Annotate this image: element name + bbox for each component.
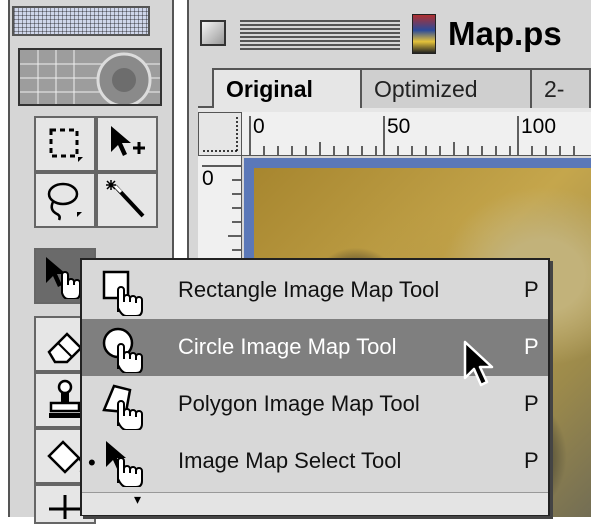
ruler-v-label-0: 0: [202, 167, 214, 190]
menu-item-shortcut: P: [524, 334, 539, 359]
menu-item-shortcut: P: [524, 391, 539, 416]
image-map-select-icon: [106, 441, 143, 487]
tool-move-selection[interactable]: [96, 116, 158, 172]
lasso-icon: [47, 182, 82, 221]
menu-item-label: Image Map Select Tool: [178, 448, 402, 473]
marquee-icon: [49, 128, 83, 162]
window-title-bar[interactable]: [240, 18, 400, 52]
flyout-more-indicator[interactable]: ▾: [82, 491, 548, 515]
window-title: Map.ps: [448, 15, 562, 52]
crosshair-icon: [49, 495, 81, 519]
tool-magic-wand[interactable]: [96, 172, 158, 228]
magic-wand-icon: [106, 180, 145, 218]
menu-item-label: Circle Image Map Tool: [178, 334, 397, 359]
tool-rectangular-marquee[interactable]: [34, 116, 96, 172]
ruler-h-label-0: 0: [253, 115, 265, 138]
polygon-image-map-icon: [102, 384, 143, 430]
selected-bullet: •: [88, 450, 96, 475]
menu-item-image-map-select-tool[interactable]: • Image Map Select Tool P: [82, 433, 548, 490]
chevron-down-icon: ▾: [134, 491, 142, 507]
toolbox-preview-thumbnail: [18, 48, 162, 106]
ruler-h-label-50: 50: [387, 115, 411, 138]
move-arrow-icon: [111, 126, 145, 156]
toolbox-title-bar[interactable]: [12, 6, 150, 36]
tab-original[interactable]: Original: [212, 68, 362, 108]
tab-optimized[interactable]: Optimized: [360, 68, 532, 108]
mouse-pointer-icon: [463, 340, 494, 387]
ruler-origin[interactable]: [198, 112, 242, 156]
horizontal-ruler[interactable]: 0 50 100: [242, 112, 591, 156]
tab-2-up[interactable]: 2-: [530, 68, 591, 108]
menu-item-rectangle-image-map-tool[interactable]: Rectangle Image Map Tool P: [82, 262, 548, 319]
circle-image-map-icon: [102, 327, 143, 373]
menu-item-shortcut: P: [524, 448, 539, 473]
document-file-icon: [412, 14, 436, 54]
menu-item-label: Rectangle Image Map Tool: [178, 277, 440, 302]
menu-item-shortcut: P: [524, 277, 539, 302]
tool-lasso[interactable]: [34, 172, 96, 228]
ruler-h-label-100: 100: [521, 115, 557, 138]
window-close-box[interactable]: [200, 20, 226, 46]
rectangle-image-map-icon: [102, 270, 143, 316]
menu-item-label: Polygon Image Map Tool: [178, 391, 420, 416]
